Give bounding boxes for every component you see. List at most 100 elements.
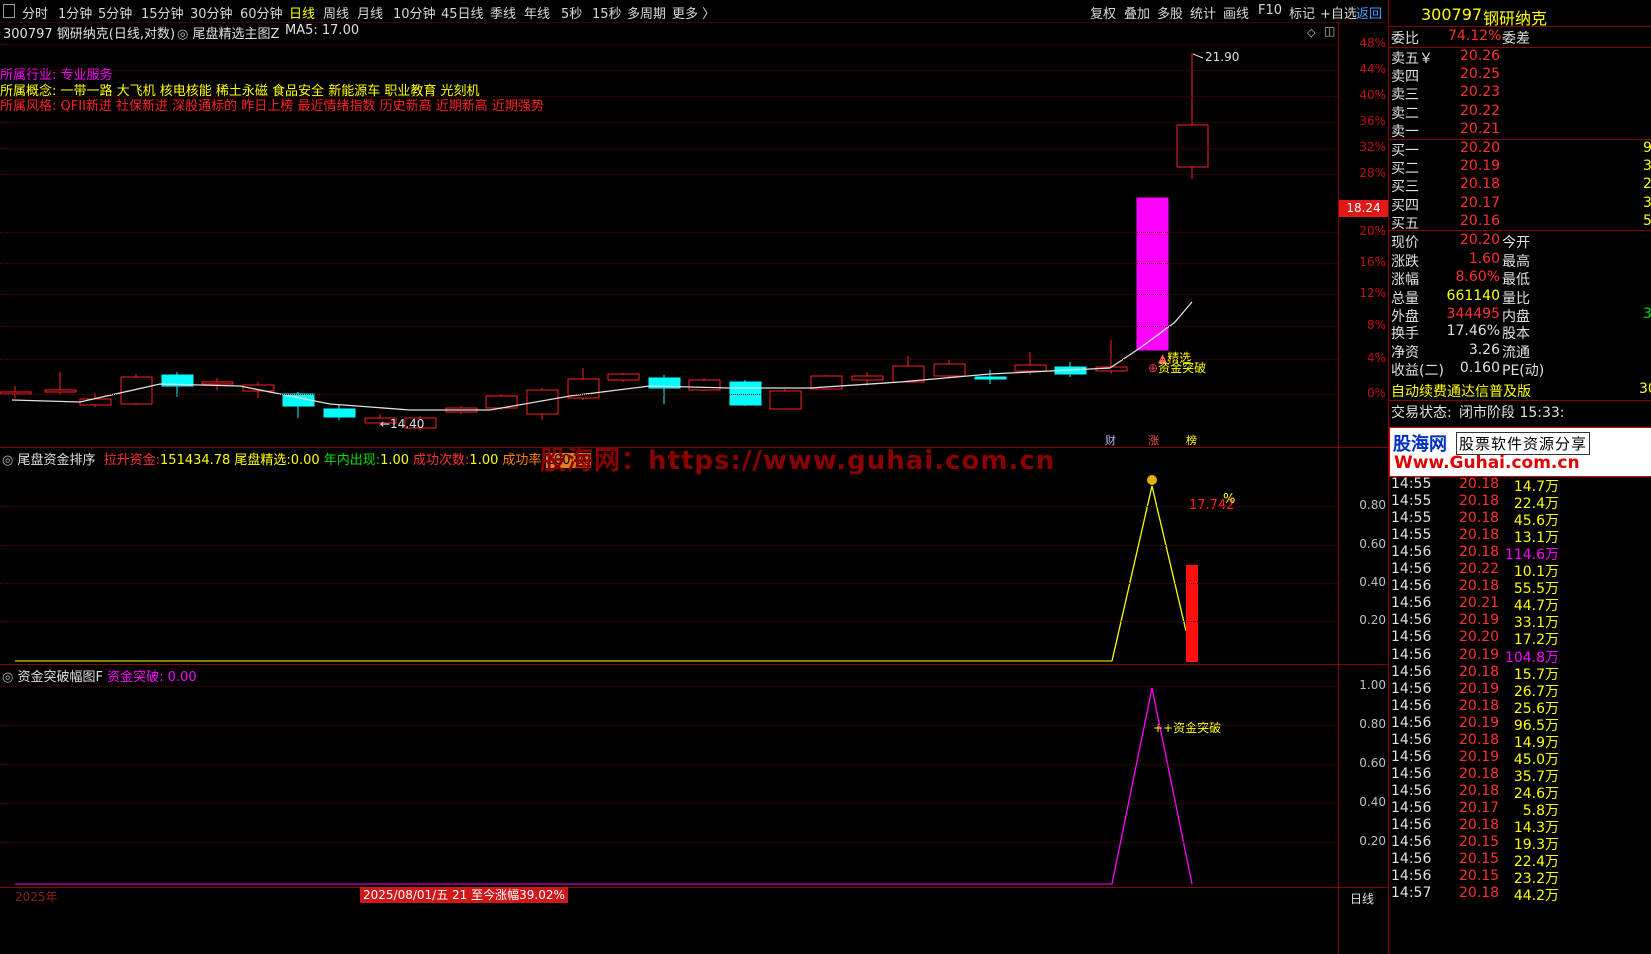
indicator2-chart[interactable]: [0, 665, 1338, 887]
ask-label: 卖五￥: [1391, 51, 1433, 67]
tick-row: 14:56 20.15 22.4万: [1391, 851, 1559, 871]
toolbar-button-2[interactable]: 多股: [1157, 3, 1183, 22]
tab-13[interactable]: 5秒: [561, 3, 582, 22]
bid-row[interactable]: 买四 20.17 3: [1389, 194, 1651, 214]
tab-1[interactable]: 1分钟: [58, 3, 92, 22]
tick-row: 14:56 20.17 5.8万: [1391, 799, 1559, 819]
tick-row: 14:55 20.18 45.6万: [1391, 510, 1559, 530]
gridline: [0, 326, 1338, 327]
guhai-logo[interactable]: 股海网 股票软件资源分享 Www.Guhai.com.cn: [1389, 427, 1651, 477]
candle: [851, 375, 884, 381]
toolbar-button-5[interactable]: F10: [1258, 3, 1282, 18]
toolbar-button-7[interactable]: +自选: [1320, 3, 1357, 22]
ask-row[interactable]: 卖四 20.25: [1389, 66, 1651, 85]
y-tick-label: 32%: [1359, 140, 1386, 154]
kline-chart[interactable]: [0, 22, 1338, 447]
indicator1-pane[interactable]: ◎ 尾盘资金排序 拉升资金:151434.78 尾盘精选:0.00 年内出现:1.0…: [0, 448, 1338, 664]
flag-bang[interactable]: 榜: [1186, 432, 1197, 448]
tick-row: 14:56 20.18 114.6万: [1391, 544, 1559, 564]
y-tick-label: 0.40: [1359, 795, 1386, 809]
tab-11[interactable]: 季线: [490, 3, 516, 22]
candle: [607, 373, 640, 381]
indicator1-chart[interactable]: [0, 448, 1338, 664]
toolbar-button-6[interactable]: 标记: [1289, 3, 1315, 22]
tab-16[interactable]: 更多 〉: [672, 3, 715, 22]
bid-label: 买一: [1391, 143, 1419, 159]
gridline: [0, 44, 1338, 45]
tab-0[interactable]: 分时: [22, 3, 48, 22]
ask-price: 20.21: [1460, 120, 1501, 137]
bid-row[interactable]: 买五 20.16 5: [1389, 213, 1651, 232]
y-tick-label: 16%: [1359, 255, 1386, 269]
y-tick-label: 0.80: [1359, 498, 1386, 512]
toolbar-button-0[interactable]: 复权: [1090, 3, 1116, 22]
tab-7[interactable]: 周线: [323, 3, 349, 22]
candle: [79, 398, 112, 406]
gridline: [0, 122, 1338, 123]
bid-row[interactable]: 买三 20.18 22: [1389, 176, 1651, 196]
tab-10[interactable]: 45日线: [441, 3, 484, 22]
tick-row: 14:56 20.18 24.6万: [1391, 782, 1559, 802]
ask-row[interactable]: 卖三 20.23: [1389, 84, 1651, 104]
ad-row[interactable]: 自动续费通达信普及版 30: [1389, 381, 1651, 400]
y-tick-label: 4%: [1366, 351, 1386, 365]
stock-code: 300797: [1421, 5, 1483, 24]
quote-row: 总量 661140 量比: [1391, 287, 1530, 307]
quote-row: 涨跌 1.60 最高: [1391, 250, 1530, 270]
current-price-tag: 18.24: [1339, 200, 1388, 217]
flag-zhang[interactable]: 涨: [1148, 432, 1159, 448]
bid-price: 20.19: [1460, 158, 1501, 175]
ask-row[interactable]: 卖二 20.22: [1389, 103, 1651, 122]
gridline: [0, 842, 1338, 843]
tick-row: 14:56 20.19 45.0万: [1391, 748, 1559, 768]
y-tick-label: 0.80: [1359, 717, 1386, 731]
ask-row[interactable]: 卖一 20.21: [1389, 120, 1651, 140]
bid-row[interactable]: 买一 20.20 9: [1389, 140, 1651, 159]
y-tick-label: 0.60: [1359, 756, 1386, 770]
gridline: [0, 803, 1338, 804]
main-chart-pane[interactable]: 300797 钢研纳克(日线,对数) ◎ 尾盘精选主图Z MA5: 17.00 …: [0, 22, 1338, 447]
footer-period[interactable]: 日线: [1350, 890, 1374, 907]
tick-row: 14:56 20.18 14.9万: [1391, 731, 1559, 751]
tick-row: 14:56 20.15 19.3万: [1391, 834, 1559, 854]
tab-3[interactable]: 15分钟: [141, 3, 184, 22]
y-tick-label: 8%: [1366, 318, 1386, 332]
tab-4[interactable]: 30分钟: [190, 3, 233, 22]
toolbar-button-1[interactable]: 叠加: [1124, 3, 1150, 22]
toolbar-button-8[interactable]: 返回: [1356, 3, 1382, 22]
weibi-row: 委比 74.12% 委差: [1391, 28, 1530, 47]
tick-row: 14:56 20.19 96.5万: [1391, 714, 1559, 734]
bid-label: 买三: [1391, 179, 1419, 196]
tick-row: 14:55 20.18 13.1万: [1391, 527, 1559, 547]
footer-divider: [0, 887, 1388, 888]
toolbar-button-3[interactable]: 统计: [1190, 3, 1216, 22]
tab-14[interactable]: 15秒: [592, 3, 622, 22]
tab-6[interactable]: 日线: [289, 3, 315, 22]
toolbar-button-4[interactable]: 画线: [1223, 3, 1249, 22]
gridline: [0, 148, 1338, 149]
ask-row[interactable]: 卖五￥ 20.26: [1389, 48, 1651, 67]
tab-9[interactable]: 10分钟: [393, 3, 436, 22]
rp-divider: [1389, 26, 1651, 27]
tab-2[interactable]: 5分钟: [98, 3, 132, 22]
bid-price: 20.17: [1460, 194, 1501, 211]
menu-icon[interactable]: [3, 4, 15, 18]
y-tick-label: 0.40: [1359, 575, 1386, 589]
tab-5[interactable]: 60分钟: [240, 3, 283, 22]
y-tick-label: 0.20: [1359, 613, 1386, 627]
tick-row: 14:56 20.19 26.7万: [1391, 680, 1559, 700]
bid-row[interactable]: 买二 20.19 3: [1389, 158, 1651, 177]
gridline: [0, 725, 1338, 726]
tick-row: 14:56 20.19 104.8万: [1391, 646, 1559, 666]
tab-12[interactable]: 年线: [524, 3, 550, 22]
flag-cai[interactable]: 财: [1105, 432, 1116, 448]
ask-label: 卖三: [1391, 87, 1419, 104]
y-tick-label: 0.20: [1359, 834, 1386, 848]
signal-line: [1111, 485, 1187, 662]
tab-8[interactable]: 月线: [357, 3, 383, 22]
plus-circle-icon: ⊕: [1148, 361, 1159, 375]
y-tick-label: 48%: [1359, 36, 1386, 50]
tab-15[interactable]: 多周期: [627, 3, 666, 22]
indicator2-pane[interactable]: ◎ 资金突破幅图F 资金突破: 0.00 ++资金突破: [0, 665, 1338, 887]
bid-label: 买四: [1391, 197, 1419, 214]
